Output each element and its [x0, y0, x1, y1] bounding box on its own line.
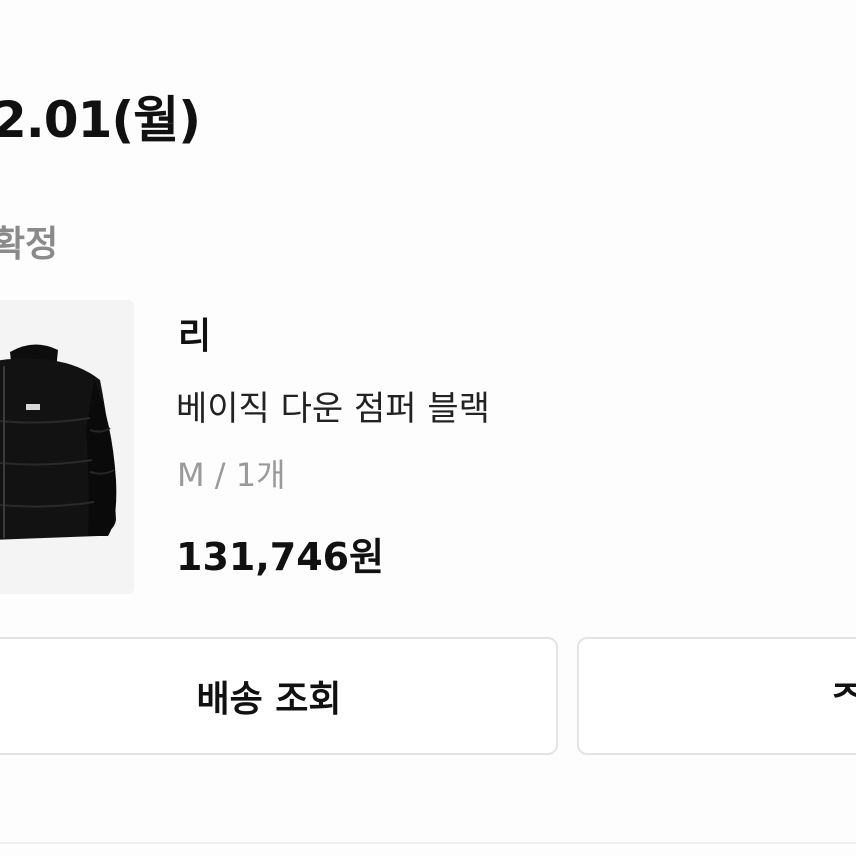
product-thumbnail[interactable] [0, 300, 134, 594]
product-price: 131,746원 [176, 535, 385, 579]
order-detail-page: 2.01(월) 확정 리 베이직 다운 점퍼 블랙 M / 1개 131,746… [0, 0, 856, 856]
product-brand[interactable]: 리 [178, 307, 211, 359]
divider [0, 842, 856, 844]
secondary-action-button[interactable]: ᄌ [577, 637, 856, 755]
track-delivery-label: 배송 조회 [196, 679, 342, 720]
secondary-action-label: ᄌ [831, 670, 856, 722]
jacket-image-icon [0, 344, 117, 540]
order-status: 확정 [0, 224, 59, 265]
product-option: M / 1개 [177, 456, 286, 494]
product-name[interactable]: 베이직 다운 점퍼 블랙 [176, 381, 490, 430]
track-delivery-button[interactable]: 배송 조회 [0, 637, 558, 755]
order-date: 2.01(월) [0, 91, 201, 149]
